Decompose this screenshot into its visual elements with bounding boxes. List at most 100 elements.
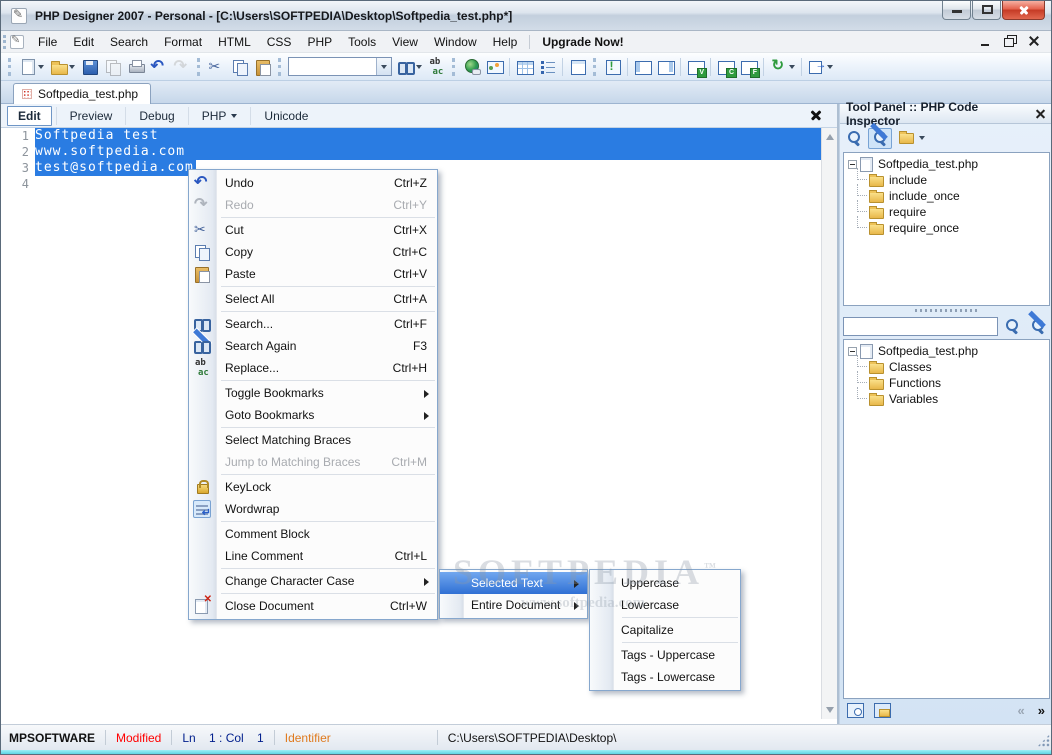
tab-edit[interactable]: Edit — [7, 105, 52, 126]
insert-frame-button[interactable] — [566, 55, 589, 78]
new-document-button[interactable] — [16, 55, 39, 78]
menu-item-replace[interactable]: Replace... Ctrl+H — [189, 357, 437, 379]
menu-item-cut[interactable]: Cut Ctrl+X — [189, 219, 437, 241]
view-functions-button[interactable]: F — [737, 55, 760, 78]
tree-item[interactable]: include — [844, 168, 1049, 188]
menu-item-select-all[interactable]: Select All Ctrl+A — [189, 288, 437, 310]
tab-preview[interactable]: Preview — [55, 106, 126, 125]
menu-item-search[interactable]: Search... Ctrl+F — [189, 313, 437, 335]
quick-search-input[interactable] — [289, 58, 376, 75]
menu-item-entire-document[interactable]: Entire Document — [440, 594, 587, 616]
inspect-new-button[interactable] — [868, 122, 892, 149]
menu-item-lowercase[interactable]: Lowercase — [590, 594, 740, 616]
menu-edit[interactable]: Edit — [65, 32, 102, 52]
tree-item[interactable]: Functions — [844, 371, 1049, 391]
menu-item-line-comment[interactable]: Line Comment Ctrl+L — [189, 545, 437, 567]
menu-item-toggle-bookmarks[interactable]: Toggle Bookmarks — [189, 382, 437, 404]
tree-item[interactable]: include_once — [844, 184, 1049, 204]
minimize-button[interactable] — [942, 1, 971, 20]
menu-file[interactable]: File — [30, 32, 65, 52]
cut-button[interactable] — [205, 55, 228, 78]
menu-window[interactable]: Window — [426, 32, 485, 52]
menu-item-goto-bookmarks[interactable]: Goto Bookmarks — [189, 404, 437, 426]
insert-list-button[interactable] — [536, 55, 559, 78]
code-search-input[interactable] — [843, 316, 998, 336]
menu-item-undo[interactable]: Undo Ctrl+Z — [189, 172, 437, 194]
tree-item[interactable]: require_once — [844, 216, 1049, 236]
scroll-up-icon[interactable] — [826, 134, 834, 140]
find-button[interactable] — [394, 55, 417, 78]
dock-left-button[interactable] — [631, 55, 654, 78]
menubar-grip[interactable] — [3, 34, 6, 49]
document-tab[interactable]: Softpedia_test.php — [13, 83, 152, 104]
tree-root[interactable]: Softpedia_test.php — [844, 343, 1049, 359]
menu-html[interactable]: HTML — [210, 32, 259, 52]
scroll-down-icon[interactable] — [826, 707, 834, 713]
tool-panel-header[interactable]: Tool Panel :: PHP Code Inspector — [840, 100, 1051, 128]
tree-item[interactable]: Variables — [844, 387, 1049, 407]
zoom-window-button[interactable] — [843, 700, 867, 721]
toolbar-grip[interactable] — [8, 57, 12, 76]
quick-search-combobox[interactable] — [288, 57, 392, 76]
print-button[interactable] — [124, 55, 147, 78]
menu-item-search-again[interactable]: Search Again F3 — [189, 328, 437, 357]
mdi-close-button[interactable] — [1027, 35, 1041, 47]
properties-button[interactable] — [894, 128, 918, 149]
inspector-tree[interactable]: Softpedia_test.php include include_once … — [843, 152, 1050, 306]
dock-right-button[interactable] — [654, 55, 677, 78]
search-button[interactable] — [1000, 316, 1024, 337]
resize-grip[interactable] — [1037, 734, 1050, 747]
toolbar-grip[interactable] — [278, 57, 282, 76]
tab-php[interactable]: PHP — [187, 106, 251, 125]
collapse-icon[interactable] — [848, 346, 857, 356]
insert-link-button[interactable] — [460, 55, 483, 78]
menu-view[interactable]: View — [384, 32, 426, 52]
tree-item[interactable]: require — [844, 200, 1049, 220]
menu-item-wordwrap[interactable]: Wordwrap — [189, 498, 437, 520]
close-button[interactable] — [1002, 1, 1045, 20]
menu-search[interactable]: Search — [102, 32, 156, 52]
tool-panel-close-icon[interactable] — [1035, 108, 1047, 120]
properties-dropdown-arrow[interactable] — [919, 136, 925, 140]
menu-item-selected-text[interactable]: Selected Text — [440, 572, 587, 594]
tree-splitter[interactable] — [843, 307, 1050, 314]
collapse-icon[interactable] — [848, 159, 857, 169]
nav-next-button[interactable]: » — [1033, 703, 1050, 718]
menu-item-capitalize[interactable]: Capitalize — [590, 619, 740, 641]
paste-button[interactable] — [251, 55, 274, 78]
menu-format[interactable]: Format — [156, 32, 210, 52]
view-classes-button[interactable]: C — [714, 55, 737, 78]
export-button[interactable] — [805, 55, 828, 78]
open-button[interactable] — [47, 55, 70, 78]
tab-debug[interactable]: Debug — [125, 106, 187, 125]
insert-table-button[interactable] — [513, 55, 536, 78]
undo-button[interactable] — [147, 55, 170, 78]
menu-item-keylock[interactable]: KeyLock — [189, 476, 437, 498]
toolbar-grip[interactable] — [452, 57, 456, 76]
editor-vertical-scrollbar[interactable] — [821, 128, 837, 719]
view-variables-button[interactable]: V — [684, 55, 707, 78]
menu-tools[interactable]: Tools — [340, 32, 384, 52]
menu-item-paste[interactable]: Paste Ctrl+V — [189, 263, 437, 285]
menu-item-change-character-case[interactable]: Change Character Case — [189, 570, 437, 592]
output-panel-button[interactable] — [601, 55, 624, 78]
mdi-restore-button[interactable] — [1003, 35, 1017, 47]
close-document-icon[interactable] — [809, 108, 823, 122]
tree-item[interactable]: Classes — [844, 355, 1049, 375]
menu-item-uppercase[interactable]: Uppercase — [590, 572, 740, 594]
folder-window-button[interactable] — [870, 700, 894, 721]
refresh-button[interactable] — [767, 55, 790, 78]
copy-button[interactable] — [228, 55, 251, 78]
menu-upgrade-now[interactable]: Upgrade Now! — [534, 32, 631, 52]
code-explorer-tree[interactable]: Softpedia_test.php Classes Functions Var… — [843, 339, 1050, 699]
mdi-minimize-button[interactable] — [979, 35, 993, 47]
menu-item-select-matching-braces[interactable]: Select Matching Braces — [189, 429, 437, 451]
tab-unicode[interactable]: Unicode — [250, 106, 321, 125]
menu-item-copy[interactable]: Copy Ctrl+C — [189, 241, 437, 263]
inspect-button[interactable] — [842, 128, 866, 149]
menu-item-close-document[interactable]: Close Document Ctrl+W — [189, 594, 437, 617]
toolbar-grip[interactable] — [593, 57, 597, 76]
menu-item-tags-uppercase[interactable]: Tags - Uppercase — [590, 644, 740, 666]
insert-image-button[interactable] — [483, 55, 506, 78]
save-button[interactable] — [78, 55, 101, 78]
